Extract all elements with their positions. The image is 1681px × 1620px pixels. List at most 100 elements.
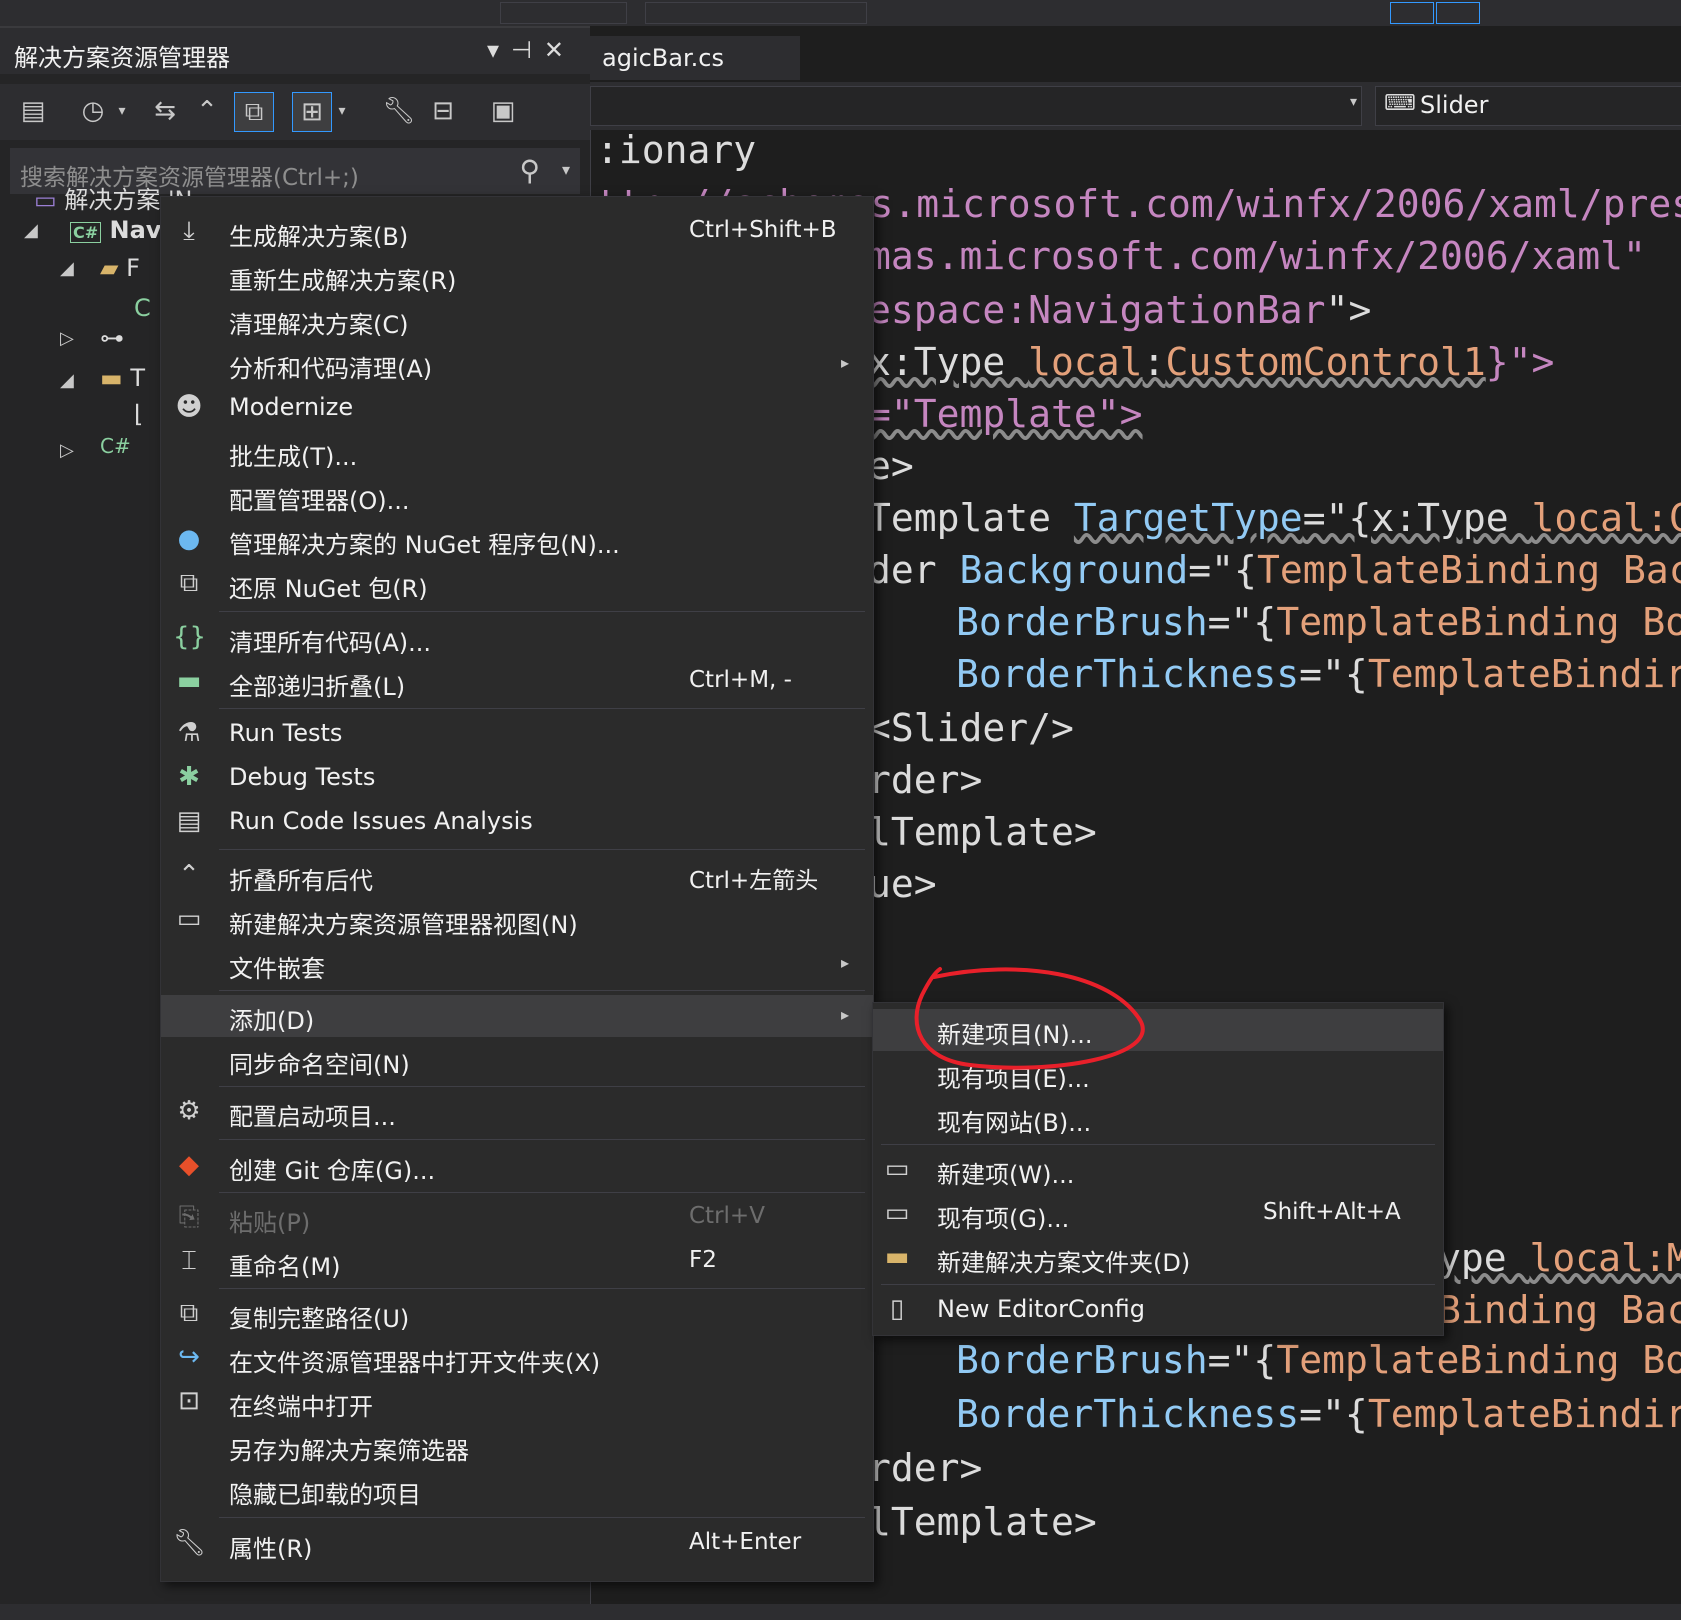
menu-item-open-in-explorer[interactable]: ↪ 在文件资源管理器中打开文件夹(X) [161, 1337, 873, 1379]
member-label: Slider [1420, 91, 1489, 119]
debug-tests-icon: ✱ [178, 762, 200, 792]
code-line: ue> [868, 862, 937, 906]
close-icon[interactable]: ✕ [544, 36, 576, 64]
menu-separator [219, 1086, 865, 1087]
menu-item-debug-tests[interactable]: ✱ Debug Tests [161, 757, 873, 799]
submenu-item-new-solution-folder[interactable]: ▬ 新建解决方案文件夹(D) [873, 1237, 1443, 1279]
menu-item-properties[interactable]: 🔧︎ 属性(R) Alt+Enter [161, 1523, 873, 1565]
menu-item-sync-namespaces[interactable]: 同步命名空间(N) [161, 1039, 873, 1081]
chevron-down-icon[interactable]: ▾ [1350, 94, 1357, 110]
menu-item-build-solution[interactable]: ⤓ 生成解决方案(B) Ctrl+Shift+B [161, 211, 873, 253]
menu-item-analyze-cleanup[interactable]: 分析和代码清理(A) ▸ [161, 343, 873, 385]
preview-icon[interactable]: ⊟ [424, 92, 462, 130]
menu-item-code-cleanup[interactable]: {} 清理所有代码(A)... [161, 617, 873, 659]
code-line: Template TargetType="{x:Type local:C [868, 496, 1681, 540]
tree-item-themes[interactable]: ▬ T [100, 364, 145, 392]
menu-item-save-as-filter[interactable]: 另存为解决方案筛选器 [161, 1425, 873, 1467]
menu-item-rebuild-solution[interactable]: 重新生成解决方案(R) [161, 255, 873, 297]
chevron-right-icon: ▸ [841, 353, 850, 372]
search-icon[interactable]: ⚲ [519, 154, 540, 187]
menu-item-open-in-terminal[interactable]: ⊡ 在终端中打开 [161, 1381, 873, 1423]
toolbar-combo[interactable] [645, 2, 867, 24]
menu-separator [219, 611, 865, 612]
menu-item-startup-projects[interactable]: ⚙ 配置启动项目... [161, 1091, 873, 1133]
submenu-item-new-item[interactable]: ▭ 新建项(W)... [873, 1149, 1443, 1191]
wrench-icon[interactable]: 🔧︎ [380, 92, 418, 130]
code-cleanup-icon: {} [173, 622, 207, 652]
show-all-files-icon[interactable]: ⧉ [234, 92, 274, 132]
expander-icon[interactable]: ◢ [24, 220, 38, 241]
member-dropdown[interactable]: ⌨ Slider [1375, 86, 1681, 126]
code-line: rder> [868, 1446, 983, 1490]
code-line: BorderBrush="{TemplateBinding Bo [956, 1338, 1681, 1382]
chevron-down-icon[interactable]: ▾ [562, 160, 570, 179]
solution-explorer-toolbar: ▤ ◷ ▾ ⇆ ⌃ ⧉ ⊞ ▾ 🔧︎ ⊟ ▣ [0, 84, 590, 140]
menu-item-run-tests[interactable]: ⚗ Run Tests [161, 713, 873, 755]
editor-tab[interactable]: agicBar.cs [590, 36, 800, 80]
chevron-right-icon: ▸ [841, 953, 850, 972]
dependencies-icon: ⊶ [100, 324, 124, 352]
sync-icon[interactable]: ⇆ [146, 92, 184, 130]
chevron-right-icon: ▸ [841, 1005, 850, 1024]
menu-item-copy-full-path[interactable]: ⧉ 复制完整路径(U) [161, 1293, 873, 1335]
code-line: der Background="{TemplateBinding Bac [868, 548, 1681, 592]
chevron-down-icon[interactable]: ▾ [112, 92, 132, 130]
menu-item-collapse-recursive[interactable]: ▬ 全部递归折叠(L) Ctrl+M, - [161, 661, 873, 703]
history-icon[interactable]: ◷ [74, 92, 112, 130]
menu-item-collapse-descendants[interactable]: ⌃ 折叠所有后代 Ctrl+左箭头 [161, 855, 873, 897]
solution-explorer-titlebar: 解决方案资源管理器 ▾⊣✕ [0, 26, 590, 74]
expander-icon[interactable]: ▷ [60, 328, 74, 349]
code-line: x:Type local:CustomControl1}"> [868, 340, 1555, 384]
status-strip [0, 1604, 1681, 1620]
menu-item-rename[interactable]: ⌶ 重命名(M) F2 [161, 1241, 873, 1283]
code-line: lTemplate> [868, 1500, 1097, 1544]
menu-item-modernize[interactable]: ☻ Modernize [161, 387, 873, 429]
menu-item-restore-nuget[interactable]: ⧉ 还原 NuGet 包(R) [161, 563, 873, 605]
collapse-all-icon[interactable]: ⌃ [188, 92, 226, 130]
properties-icon[interactable]: ▣ [484, 92, 522, 130]
view-hierarchy-icon[interactable]: ⊞ [292, 92, 332, 132]
menu-item-add[interactable]: 添加(D) ▸ [161, 995, 873, 1037]
pin-icon[interactable]: ⊣ [511, 36, 544, 64]
switch-views-icon[interactable]: ▤ [14, 92, 52, 130]
file-icon: ▯ [889, 1294, 905, 1324]
expander-icon[interactable]: ▷ [60, 440, 74, 461]
xaml-file-icon[interactable]: ⌊ [134, 400, 143, 428]
folder-icon: ▬ [884, 1242, 910, 1272]
menu-separator [219, 1288, 865, 1289]
menu-item-clean-solution[interactable]: 清理解决方案(C) [161, 299, 873, 341]
tree-item-c[interactable]: C [134, 294, 151, 322]
chevron-down-icon[interactable]: ▾ [332, 92, 352, 130]
csharp-project-icon: C# [70, 222, 102, 243]
submenu-item-new-editorconfig[interactable]: ▯ New EditorConfig [873, 1289, 1443, 1331]
menu-item-new-explorer-view[interactable]: ▭ 新建解决方案资源管理器视图(N) [161, 899, 873, 941]
type-dropdown[interactable] [590, 86, 1362, 126]
menu-item-code-issues[interactable]: ▤ Run Code Issues Analysis [161, 801, 873, 843]
menu-item-create-git-repo[interactable]: ◆ 创建 Git 仓库(G)... [161, 1145, 873, 1187]
dropdown-icon[interactable]: ▾ [487, 36, 511, 64]
git-icon: ◆ [179, 1150, 199, 1180]
toolbar-combo[interactable] [500, 2, 627, 24]
expander-icon[interactable]: ◢ [60, 258, 74, 279]
layout-button[interactable] [1390, 2, 1434, 24]
new-item-icon: ▭ [884, 1154, 910, 1184]
expander-icon[interactable]: ◢ [60, 370, 74, 391]
menu-item-configuration-manager[interactable]: 配置管理器(O)... [161, 475, 873, 517]
submenu-item-existing-item[interactable]: ▭ 现有项(G)... Shift+Alt+A [873, 1193, 1443, 1235]
tree-item-dependencies[interactable]: ⊶ [100, 324, 124, 352]
code-line: ype local:M [1438, 1236, 1681, 1280]
menu-item-file-nesting[interactable]: 文件嵌套 ▸ [161, 943, 873, 985]
menu-item-paste[interactable]: ⎘ 粘贴(P) Ctrl+V [161, 1197, 873, 1239]
layout-button[interactable] [1436, 2, 1480, 24]
code-line: Binding Bac [1438, 1288, 1681, 1332]
tree-item-properties[interactable]: ▰ F [100, 254, 140, 282]
menu-item-batch-build[interactable]: 批生成(T)... [161, 431, 873, 473]
tree-item-project[interactable]: C# Nav [70, 216, 161, 244]
tree-item-csharp-file[interactable]: C# [100, 434, 131, 458]
menu-item-manage-nuget[interactable]: ● 管理解决方案的 NuGet 程序包(N)... [161, 519, 873, 561]
submenu-item-existing-website[interactable]: 现有网站(B)... [873, 1097, 1443, 1139]
copilot-icon: ☻ [175, 392, 203, 422]
member-icon: ⌨ [1384, 91, 1416, 116]
menu-item-hide-unloaded[interactable]: 隐藏已卸载的项目 [161, 1469, 873, 1511]
wrench-icon: 🔧︎ [173, 1528, 207, 1558]
